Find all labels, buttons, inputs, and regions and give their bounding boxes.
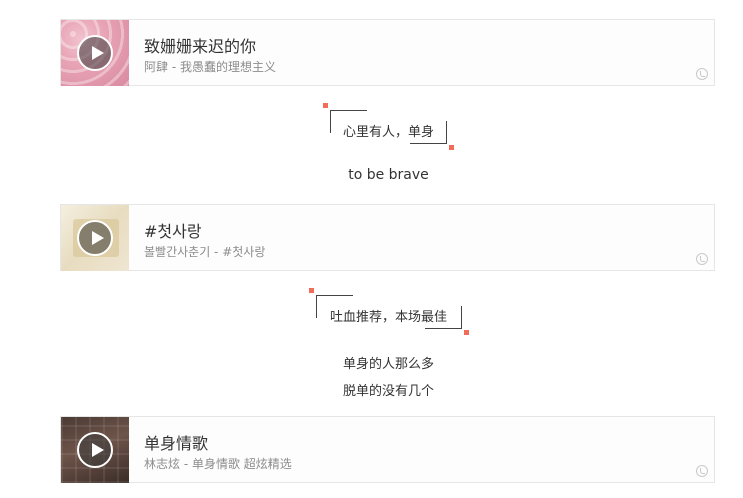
- song-title: 单身情歌: [144, 434, 209, 453]
- quote-text: to be brave: [348, 167, 429, 183]
- music-note-icon: [696, 253, 708, 265]
- quote-text: 吐血推荐，本场最佳: [329, 310, 447, 325]
- song-card-2[interactable]: #첫사랑 볼빨간사춘기 - #첫사랑: [60, 204, 715, 271]
- music-note-icon: [696, 68, 708, 80]
- quote-text: 心里有人，单身: [342, 125, 434, 140]
- song-title: #첫사랑: [144, 222, 202, 241]
- song-card-3[interactable]: 单身情歌 林志炫 - 单身情歌 超炫精选: [60, 416, 715, 483]
- song-artist-album: 阿肆 - 我愚蠢的理想主义: [144, 60, 276, 74]
- accent-dot: [323, 103, 328, 108]
- bracket-bottom-right: [425, 306, 462, 329]
- music-note-icon: [696, 465, 708, 477]
- accent-dot: [464, 330, 469, 335]
- play-icon[interactable]: [77, 220, 113, 256]
- accent-dot: [309, 288, 314, 293]
- bracket-bottom-right: [410, 121, 447, 144]
- song-artist-album: 볼빨간사춘기 - #첫사랑: [144, 245, 266, 259]
- quote-text: 脱单的没有几个: [342, 384, 434, 399]
- song-artist-album: 林志炫 - 单身情歌 超炫精选: [144, 457, 292, 471]
- song-card-1[interactable]: 致姗姗来迟的你 阿肆 - 我愚蠢的理想主义: [60, 19, 715, 86]
- play-icon[interactable]: [77, 35, 113, 71]
- accent-dot: [449, 145, 454, 150]
- quote-text: 单身的人那么多: [342, 357, 434, 372]
- play-icon[interactable]: [77, 432, 113, 468]
- song-title: 致姗姗来迟的你: [144, 37, 257, 56]
